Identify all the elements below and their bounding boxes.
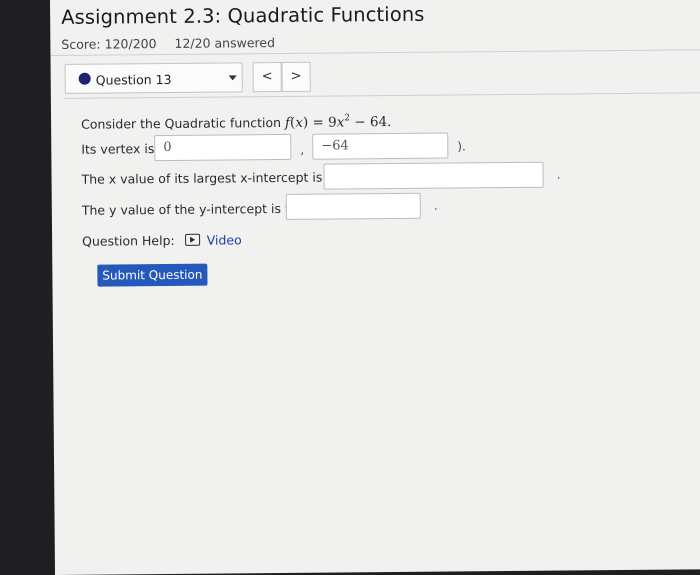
video-link[interactable]: Video: [207, 232, 242, 247]
y-intercept-label: The y value of the y-intercept is y =: [81, 200, 307, 218]
vertex-close: ).: [457, 139, 466, 154]
question-select[interactable]: Question 13: [64, 62, 243, 94]
question-prompt: Consider the Quadratic function f(x) = 9…: [81, 113, 391, 133]
dropdown-caret-icon: [228, 75, 237, 81]
question-navigation: Question 13 < >: [64, 58, 700, 99]
x-intercept-input[interactable]: [323, 161, 544, 190]
page-title: Assignment 2.3: Quadratic Functions: [61, 2, 425, 29]
answered-count: 12/20 answered: [174, 35, 276, 51]
vertex-separator: ,: [300, 142, 305, 157]
y-intercept-end: .: [433, 198, 438, 213]
x-intercept-end: .: [556, 167, 561, 182]
submit-question-button[interactable]: Submit Question: [97, 263, 208, 287]
question-status-dot-icon: [78, 72, 91, 85]
assignment-header: Assignment 2.3: Quadratic Functions Scor…: [50, 0, 700, 52]
question-select-label: Question 13: [95, 71, 172, 88]
score-line: Score: 120/200 12/20 answered: [61, 31, 700, 52]
question-help-label: Question Help:: [82, 232, 175, 249]
video-play-icon[interactable]: [184, 233, 200, 246]
question-body: Consider the Quadratic function f(x) = 9…: [81, 106, 681, 287]
next-question-button[interactable]: >: [281, 61, 311, 92]
vertex-label: Its vertex is (: [81, 141, 164, 157]
score-label: Score: 120/200: [61, 36, 157, 52]
prompt-text: Consider the Quadratic function: [81, 114, 282, 132]
x-intercept-label: The x value of its largest x-intercept i…: [81, 169, 349, 187]
vertex-x-input[interactable]: 0: [154, 133, 292, 162]
y-intercept-input[interactable]: [285, 192, 421, 220]
assignment-screen: Assignment 2.3: Quadratic Functions Scor…: [50, 0, 700, 575]
vertex-y-input[interactable]: −64: [312, 132, 449, 160]
function-expression: f(x) = 9x2 − 64.: [284, 113, 392, 131]
question-help: Question Help: Video: [82, 232, 242, 248]
previous-question-button[interactable]: <: [252, 61, 282, 93]
